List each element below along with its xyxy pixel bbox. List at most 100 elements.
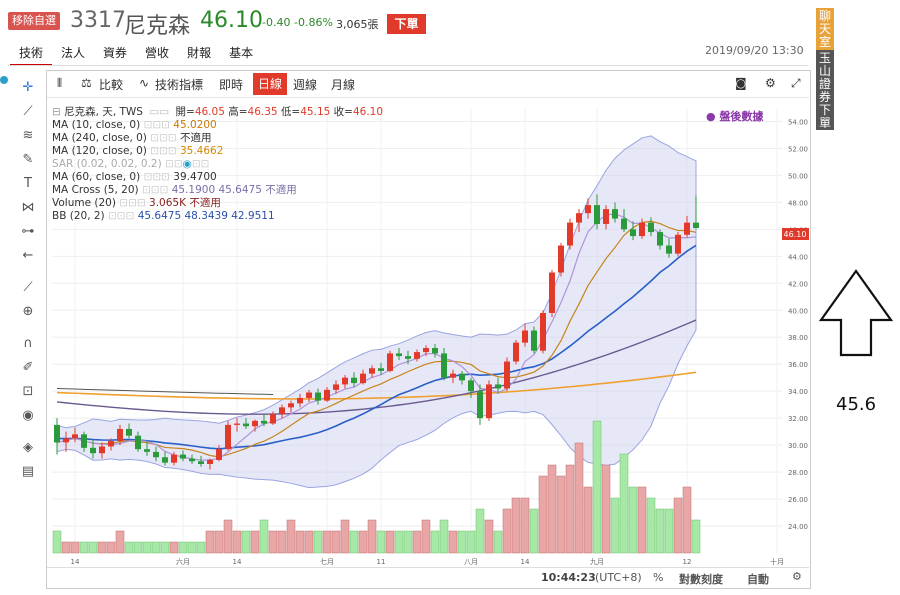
y-tick-label: 26.00 (788, 496, 808, 504)
percent-toggle[interactable]: % (653, 571, 663, 584)
tab-institutional[interactable]: 法人 (52, 44, 94, 66)
legend-eye-icon[interactable]: ▭▭ (149, 106, 169, 118)
candle-body (117, 428, 123, 442)
fullscreen-icon[interactable]: ⤢ (791, 76, 801, 91)
magnet-icon[interactable]: ∩ (18, 334, 38, 354)
candle-body (621, 218, 627, 230)
compare-icon[interactable]: ⚖ (81, 76, 92, 90)
trash-icon[interactable]: ▤ (18, 462, 38, 482)
candle-body (225, 424, 231, 450)
candle-body (684, 222, 690, 235)
chart-footer: 10:44:23 (UTC+8) % 對數刻度 自動 ⚙ (47, 567, 809, 587)
annotation-value: 45.6 (836, 394, 877, 415)
volume-bar (205, 530, 215, 554)
ruler-icon[interactable]: ⟋ (18, 278, 38, 298)
volume-bar (187, 541, 197, 554)
tab-financials[interactable]: 財報 (178, 44, 220, 66)
candle-body (54, 424, 60, 443)
y-tick-label: 50.00 (788, 172, 808, 180)
candle-body (603, 209, 609, 224)
candle-body (189, 458, 195, 462)
candle-body (153, 451, 159, 458)
compare-button[interactable]: 比較 (99, 76, 123, 93)
candle-body (612, 209, 618, 219)
chatroom-tab[interactable]: 聊天室 (816, 8, 834, 50)
candle-body (99, 446, 105, 454)
crosshair-icon[interactable]: ✛ (18, 78, 38, 98)
brush-icon[interactable]: ✎ (18, 150, 38, 170)
weekly-button[interactable]: 週線 (293, 76, 317, 93)
auto-scale-toggle[interactable]: 自動 (747, 571, 769, 587)
open-label: 開= (175, 106, 195, 118)
volume-bar (367, 519, 377, 554)
pattern-icon[interactable]: ⋈ (18, 198, 38, 218)
volume-bar (628, 486, 638, 554)
log-scale-toggle[interactable]: 對數刻度 (679, 571, 723, 587)
volume-bar (655, 508, 665, 554)
tab-basic[interactable]: 基本 (220, 44, 262, 66)
indicators-icon[interactable]: ∿ (139, 76, 149, 90)
footer-settings-icon[interactable]: ⚙ (792, 570, 802, 583)
lock-icon[interactable]: ⊡ (18, 382, 38, 402)
indicators-button[interactable]: 技術指標 (155, 76, 203, 93)
trendline-icon[interactable]: ⟋ (18, 102, 38, 122)
volume-bar (583, 486, 593, 554)
remove-watchlist-button[interactable]: 移除自選 (8, 12, 60, 30)
x-tick-label: 14 (71, 558, 80, 566)
y-tick-label: 34.00 (788, 388, 808, 396)
volume-bar (295, 530, 305, 554)
back-arrow-icon[interactable]: ← (18, 246, 38, 266)
lock-drawing-icon[interactable]: ✐ (18, 358, 38, 378)
candle-body (162, 457, 168, 463)
text-icon[interactable]: T (18, 174, 38, 194)
settings-icon[interactable]: ⚙ (765, 76, 776, 90)
x-tick-label: 14 (233, 558, 242, 566)
volume-bar (637, 486, 647, 554)
camera-icon[interactable]: ◙ (735, 76, 747, 90)
volume-bar (484, 519, 494, 554)
volume-bar (682, 486, 692, 554)
candle-body (432, 348, 438, 354)
x-tick-label: 11 (377, 558, 386, 566)
fib-icon[interactable]: ≋ (18, 126, 38, 146)
monthly-button[interactable]: 月線 (331, 76, 355, 93)
bar-type-icon[interactable]: ⫴ (57, 76, 62, 91)
volume-bar (178, 541, 188, 554)
broker-order-tab[interactable]: 玉山證券下單 (816, 50, 834, 130)
eye-icon[interactable]: ◉ (18, 406, 38, 426)
place-order-button[interactable]: 下單 (387, 14, 426, 34)
volume-bar (70, 541, 80, 554)
legend-ma120: MA (120, close, 0) ⊡⊡⊡ 35.4662 (52, 145, 224, 157)
candle-body (360, 373, 366, 384)
tab-revenue[interactable]: 營收 (136, 44, 178, 66)
volume-bar (376, 530, 386, 554)
stock-name: 尼克森 (124, 14, 191, 39)
candle-body (513, 342, 519, 362)
realtime-button[interactable]: 即時 (219, 76, 243, 93)
tab-technical[interactable]: 技術 (10, 44, 53, 66)
candle-body (90, 447, 96, 454)
candle-body (324, 389, 330, 401)
candle-body (351, 377, 357, 384)
forecast-icon[interactable]: ⊶ (18, 222, 38, 242)
zoom-in-icon[interactable]: ⊕ (18, 302, 38, 322)
y-tick-label: 30.00 (788, 442, 808, 450)
y-tick-label: 40.00 (788, 307, 808, 315)
volume-bar (61, 541, 71, 554)
layers-icon[interactable]: ◈ (18, 438, 38, 458)
price-change-pct: -0.86% (294, 16, 333, 29)
tab-margin[interactable]: 資券 (94, 44, 136, 66)
legend-macross: MA Cross (5, 20) ⊡⊡⊡ 45.1900 45.6475 不適用 (52, 184, 297, 196)
after-hours-label: ● 盤後數據 (706, 110, 764, 123)
volume-bar (691, 519, 701, 554)
volume-bar (385, 530, 395, 554)
volume-bar (565, 464, 575, 554)
collapse-icon[interactable]: ⊟ (52, 106, 61, 118)
candle-body (261, 420, 267, 424)
candle-body (135, 435, 141, 450)
low-label: 低= (280, 106, 301, 118)
volume-bar (520, 497, 530, 554)
timezone[interactable]: (UTC+8) (595, 571, 642, 584)
daily-button[interactable]: 日線 (253, 73, 288, 95)
candle-body (504, 361, 510, 389)
